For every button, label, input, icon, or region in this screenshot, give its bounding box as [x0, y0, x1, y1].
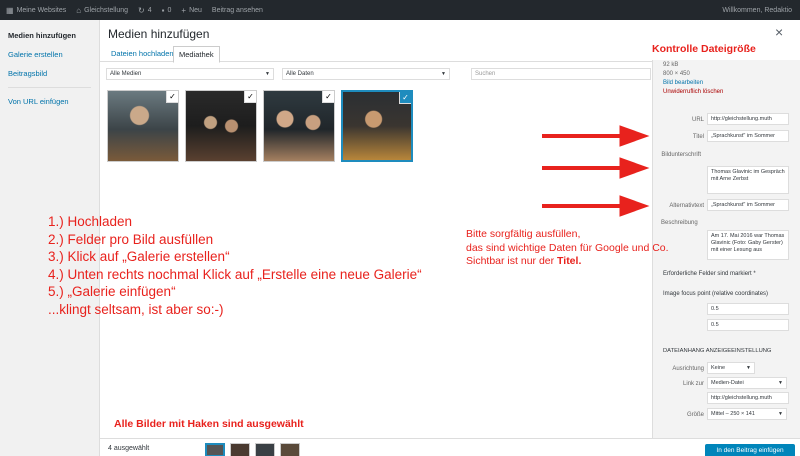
chevron-down-icon: ▼ — [778, 380, 783, 386]
image-dimensions: 800 × 450 — [663, 71, 690, 77]
step-line: 4.) Unten rechts nochmal Klick auf „Erst… — [48, 266, 422, 282]
link-to-label: Link zur — [682, 381, 704, 387]
annotation-steps: 1.) Hochladen 2.) Felder pro Bild ausfül… — [48, 213, 422, 318]
size-label: Größe — [686, 412, 704, 418]
annotation-all-selected: Alle Bilder mit Haken sind ausgewählt — [114, 418, 304, 430]
plus-icon: + — [181, 5, 187, 15]
url-field[interactable]: http://gleichstellung.muth — [707, 113, 789, 125]
chevron-down-icon: ▼ — [778, 411, 783, 417]
search-input[interactable]: Suchen — [471, 68, 651, 80]
annotation-fill-carefully: Bitte sorgfältig ausfüllen, das sind wic… — [466, 228, 669, 267]
arrow-head-icon — [619, 195, 650, 217]
selection-thumb-4[interactable] — [280, 443, 300, 456]
date-filter[interactable]: Alle Daten ▼ — [282, 68, 450, 80]
check-icon[interactable]: ✓ — [400, 92, 411, 103]
my-sites-link[interactable]: ▦ Meine Websites — [6, 6, 66, 15]
edit-image-link[interactable]: Bild bearbeiten — [663, 80, 703, 86]
size-select[interactable]: Mittel – 250 × 141 ▼ — [707, 408, 787, 420]
step-line: 5.) „Galerie einfügen“ — [48, 284, 176, 299]
close-icon[interactable]: × — [775, 24, 783, 40]
focus-y-field[interactable]: 0.5 — [707, 319, 789, 331]
refresh-icon: ↻ — [138, 5, 145, 15]
alt-text-label: Alternativtext — [669, 203, 704, 209]
menu-separator — [8, 87, 91, 88]
step-line: 3.) Klick auf „Galerie erstellen“ — [48, 249, 230, 264]
attachment-thumbnail-4[interactable]: ✓ — [341, 90, 413, 162]
url-label: URL — [691, 117, 704, 123]
admin-bar: ▦ Meine Websites ⌂ Gleichstellung ↻ 4 ▪ 0 + N… — [0, 0, 800, 20]
align-label: Ausrichtung — [672, 366, 704, 372]
new-link[interactable]: + Neu — [181, 6, 202, 15]
align-select[interactable]: Keine ▼ — [707, 362, 755, 374]
tab-media-library[interactable]: Mediathek — [173, 46, 220, 63]
selection-thumb-3[interactable] — [255, 443, 275, 456]
comments-link[interactable]: ▪ 0 — [162, 6, 172, 15]
sites-icon: ▦ — [6, 5, 14, 15]
file-size: 92 kB — [663, 62, 679, 68]
caption-label: Bildunterschrift — [661, 152, 701, 158]
arrow-head-icon — [619, 125, 650, 147]
annotation-arrows — [542, 125, 650, 217]
title-field[interactable]: „Sprachkunst" im Sommer — [707, 130, 789, 142]
focus-point-label: Image focus point (relative coordinates) — [663, 291, 769, 297]
modal-title: Medien hinzufügen — [108, 27, 210, 41]
check-icon[interactable]: ✓ — [167, 91, 178, 102]
home-icon: ⌂ — [76, 5, 82, 15]
selection-thumb-2[interactable] — [230, 443, 250, 456]
caption-field[interactable]: Thomas Glavinic im Gespräch mit Arne Zer… — [707, 166, 789, 194]
step-line: 1.) Hochladen — [48, 214, 133, 229]
annotation-file-size-check: Kontrolle Dateigröße — [652, 43, 756, 55]
menu-add-media[interactable]: Medien hinzufügen — [0, 26, 99, 45]
step-line: 2.) Felder pro Bild ausfüllen — [48, 231, 214, 247]
arrow-head-icon — [619, 157, 650, 179]
required-note: Erforderliche Felder sind markiert * — [663, 271, 756, 277]
check-icon[interactable]: ✓ — [323, 91, 334, 102]
delete-permanently-link[interactable]: Unwiderruflich löschen — [663, 89, 723, 95]
menu-create-gallery[interactable]: Galerie erstellen — [0, 45, 99, 64]
selection-thumb-1[interactable] — [205, 443, 225, 456]
menu-featured-image[interactable]: Beitragsbild — [0, 64, 99, 83]
tab-upload-files[interactable]: Dateien hochladen — [106, 46, 179, 61]
view-post-link[interactable]: Beitrag ansehen — [212, 7, 263, 14]
selection-count: 4 ausgewählt — [108, 445, 150, 452]
chevron-down-icon: ▼ — [746, 365, 751, 371]
link-url-field[interactable]: http://gleichstellung.muth — [707, 392, 789, 404]
updates-link[interactable]: ↻ 4 — [138, 6, 152, 15]
insert-into-post-button[interactable]: In den Beitrag einfügen — [705, 444, 795, 456]
title-label: Titel — [692, 134, 704, 140]
attachment-thumbnail-2[interactable]: ✓ — [185, 90, 257, 162]
site-link[interactable]: ⌂ Gleichstellung — [76, 6, 128, 15]
link-to-select[interactable]: Medien-Datei ▼ — [707, 377, 787, 389]
media-type-filter[interactable]: Alle Medien ▼ — [106, 68, 274, 80]
check-icon[interactable]: ✓ — [245, 91, 256, 102]
media-toolbar: 4 ausgewählt In den Beitrag einfügen — [100, 438, 800, 456]
account-link[interactable]: Willkommen, Redaktio — [722, 0, 792, 20]
attachment-thumbnail-3[interactable]: ✓ — [263, 90, 335, 162]
chevron-down-icon: ▼ — [441, 71, 446, 77]
step-line: ...klingt seltsam, ist aber so:-) — [48, 301, 224, 317]
focus-x-field[interactable]: 0.5 — [707, 303, 789, 315]
chevron-down-icon: ▼ — [265, 71, 270, 77]
display-settings-heading: DATEIANHANG ANZEIGEEINSTELLUNG — [663, 348, 772, 354]
description-label: Beschreibung — [661, 220, 698, 226]
menu-insert-from-url[interactable]: Von URL einfügen — [0, 92, 99, 111]
comment-icon: ▪ — [161, 5, 165, 15]
attachment-details-sidebar: 92 kB 800 × 450 Bild bearbeiten Unwiderr… — [652, 60, 800, 438]
description-field[interactable]: Am 17. Mai 2016 war Thomas Glavinic (Fot… — [707, 230, 789, 260]
alt-text-field[interactable]: „Sprachkunst" im Sommer — [707, 199, 789, 211]
attachment-thumbnail-1[interactable]: ✓ — [107, 90, 179, 162]
